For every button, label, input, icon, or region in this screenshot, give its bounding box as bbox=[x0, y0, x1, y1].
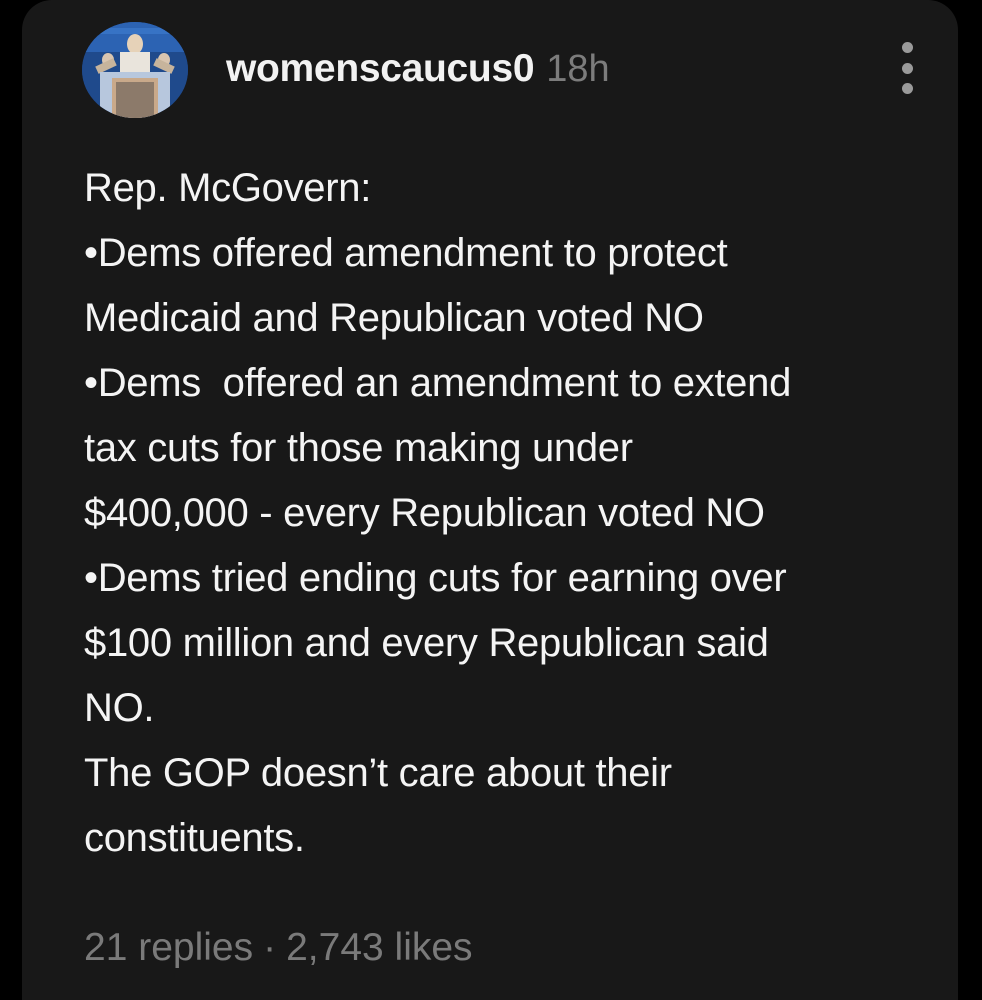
post-text-line: tax cuts for those making under bbox=[84, 426, 633, 470]
likes-count[interactable]: 2,743 likes bbox=[286, 926, 472, 970]
post-card: womenscaucus0 18h Rep. McGovern: •Dems of… bbox=[22, 0, 958, 1000]
post-text-line: $100 million and every Republican said bbox=[84, 621, 769, 665]
post-text-line: Medicaid and Republican voted NO bbox=[84, 296, 704, 340]
timestamp: 18h bbox=[546, 47, 610, 90]
post-text-line: The GOP doesn’t care about their bbox=[84, 751, 672, 795]
replies-count[interactable]: 21 replies bbox=[84, 926, 253, 970]
post-text-line: •Dems offered an amendment to extend bbox=[84, 361, 792, 405]
stats-separator: · bbox=[263, 926, 277, 969]
username[interactable]: womenscaucus0 bbox=[226, 47, 535, 91]
post-text-line: constituents. bbox=[84, 816, 305, 860]
avatar-image bbox=[82, 22, 188, 118]
post-text-line: •Dems offered amendment to protect bbox=[84, 231, 728, 275]
post-text-line: $400,000 - every Republican voted NO bbox=[84, 491, 765, 535]
menu-dot bbox=[901, 62, 913, 74]
menu-dot bbox=[901, 83, 913, 94]
post-text-line: NO. bbox=[84, 686, 155, 730]
post-text: Rep. McGovern: •Dems offered amendment to… bbox=[84, 156, 964, 871]
post-text-line: •Dems tried ending cuts for earning over bbox=[84, 556, 787, 600]
post-text-line: Rep. McGovern: bbox=[84, 166, 372, 210]
menu-dot bbox=[901, 42, 913, 53]
post-stats: 21 replies · 2,743 likes bbox=[84, 918, 473, 978]
more-options-icon[interactable] bbox=[894, 42, 920, 94]
avatar[interactable] bbox=[82, 22, 188, 118]
post-header: womenscaucus0 18h bbox=[226, 44, 610, 94]
